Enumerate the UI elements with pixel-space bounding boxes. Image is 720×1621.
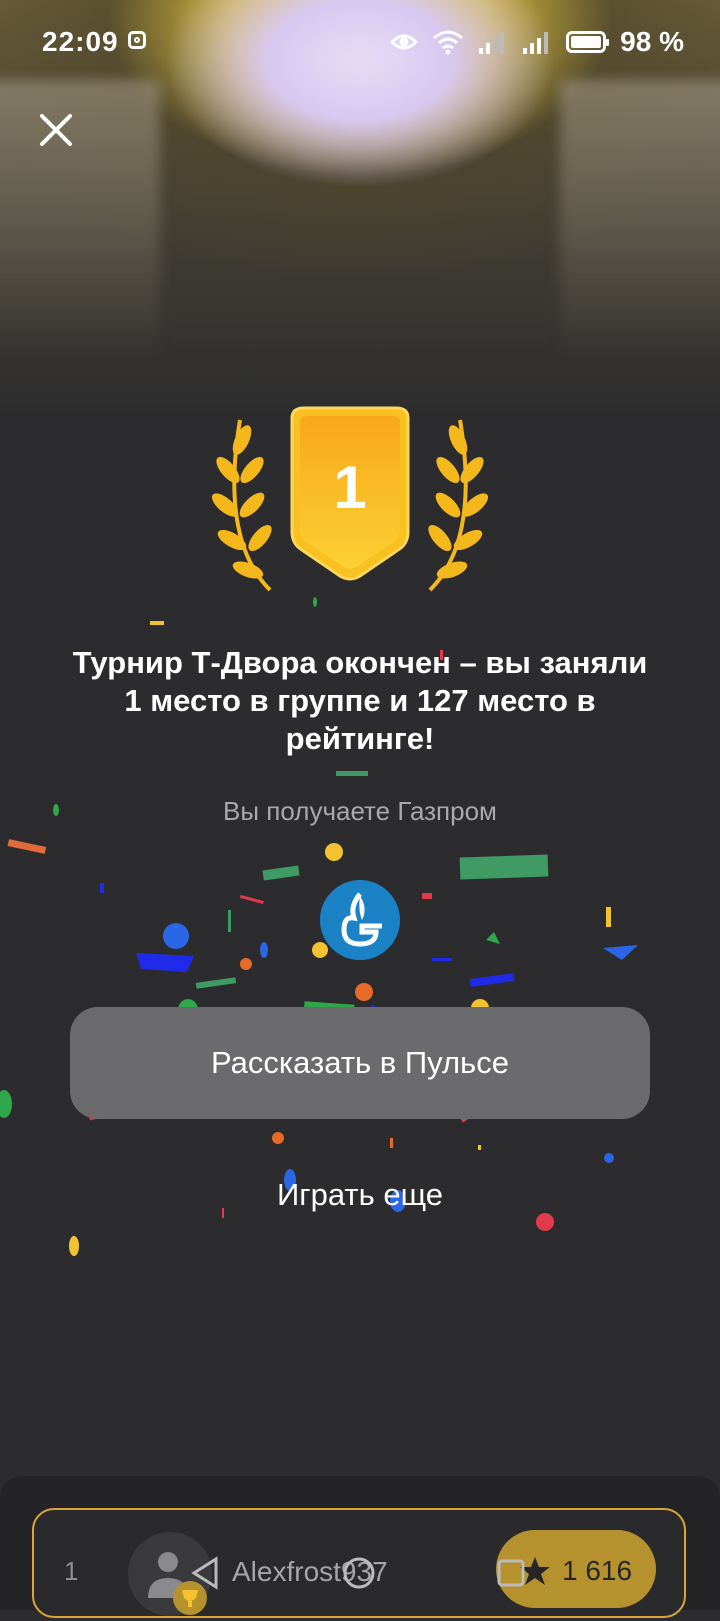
- play-again-link[interactable]: Играть еще: [0, 1177, 720, 1213]
- signal-icon: [479, 32, 505, 54]
- status-icons: 98 %: [390, 26, 684, 58]
- background-pillar-right: [560, 80, 720, 360]
- share-in-pulse-button[interactable]: Рассказать в Пульсе: [70, 1007, 650, 1119]
- badge-place-number: 1: [333, 454, 366, 521]
- tournament-result-headline: Турнир Т-Двора окончен – вы заняли 1 мес…: [72, 645, 648, 756]
- back-icon[interactable]: [190, 1556, 220, 1590]
- background-pillar-left: [0, 80, 160, 360]
- laurel-right-icon: [428, 419, 489, 592]
- gazprom-logo: [320, 880, 400, 960]
- instagram-icon: [128, 31, 146, 49]
- system-navigation-bar: [0, 1532, 720, 1610]
- recents-icon[interactable]: [496, 1558, 526, 1588]
- battery-icon: [566, 31, 610, 53]
- eye-icon: [390, 34, 419, 50]
- close-icon[interactable]: [36, 110, 76, 150]
- home-icon[interactable]: [342, 1556, 376, 1590]
- laurel-left-icon: [211, 419, 272, 592]
- first-place-badge: 1: [211, 406, 489, 592]
- battery-percent: 98 %: [620, 26, 684, 57]
- status-bar: 22:09 98 %: [0, 0, 720, 84]
- wifi-icon: [433, 30, 464, 55]
- status-time: 22:09: [42, 26, 119, 57]
- signal-icon: [523, 32, 549, 54]
- reward-subtitle: Вы получаете Газпром: [223, 796, 497, 826]
